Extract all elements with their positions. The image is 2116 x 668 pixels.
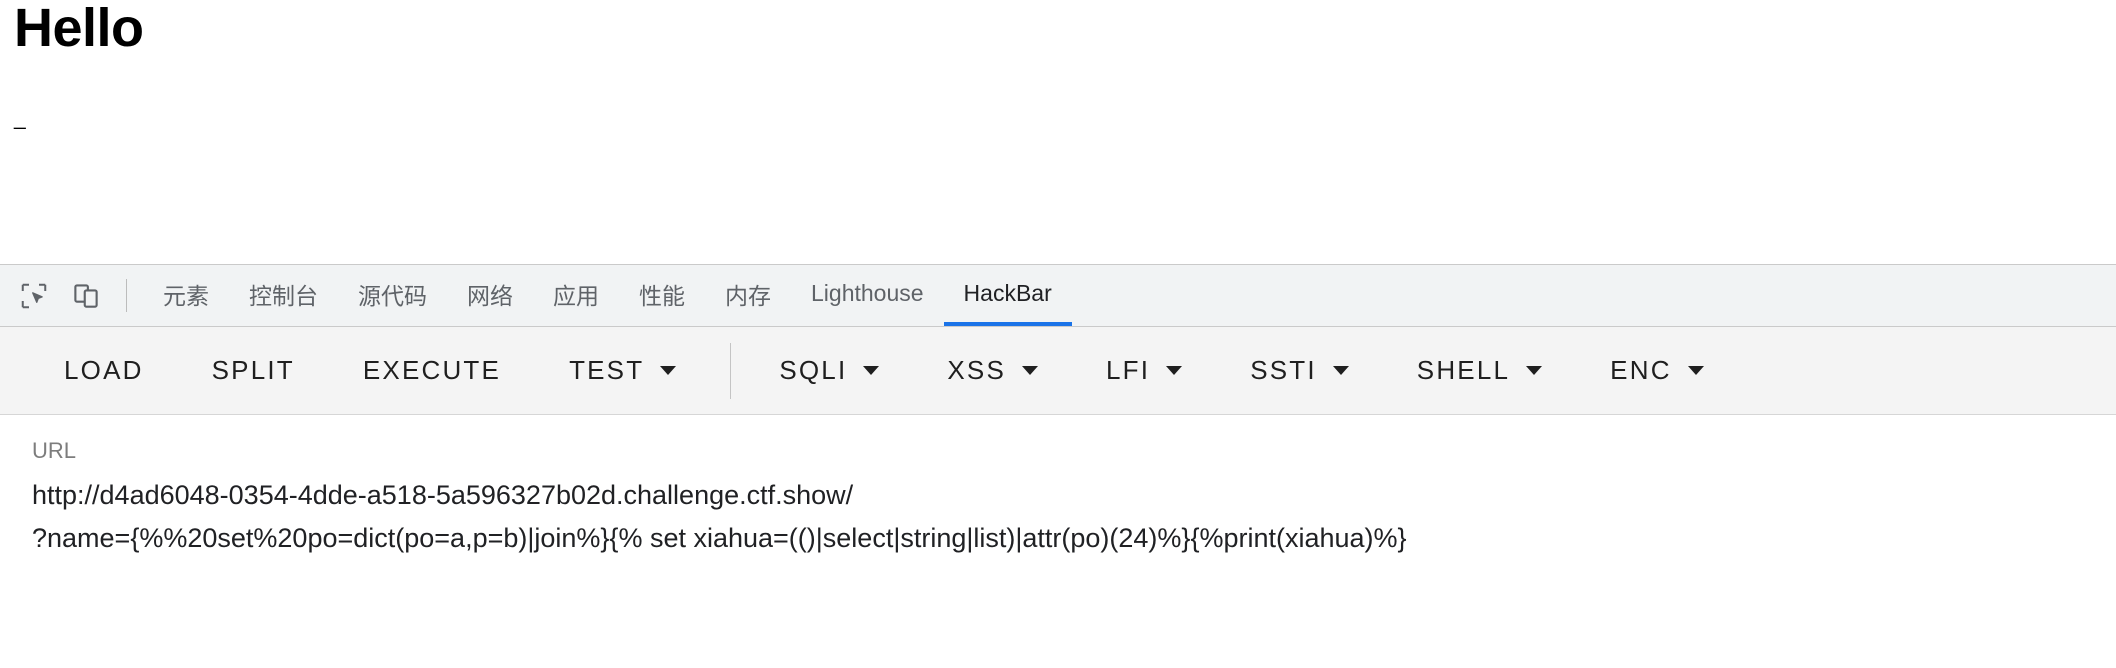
chevron-down-icon xyxy=(1166,366,1183,375)
tab-sources[interactable]: 源代码 xyxy=(338,265,447,326)
page-heading: Hello xyxy=(14,0,144,58)
chevron-down-icon xyxy=(863,366,880,375)
inspect-element-icon[interactable] xyxy=(8,265,60,326)
chevron-down-icon xyxy=(660,366,677,375)
xss-dropdown-button[interactable]: XSS xyxy=(923,341,1062,401)
execute-button-label: EXECUTE xyxy=(362,355,502,385)
page-viewport: Hello _ xyxy=(0,0,2116,264)
sqli-button-label: SQLI xyxy=(779,355,848,385)
split-button[interactable]: SPLIT xyxy=(188,341,319,401)
shell-dropdown-button[interactable]: SHELL xyxy=(1393,341,1566,401)
chevron-down-icon xyxy=(1687,366,1704,375)
test-dropdown-button[interactable]: TEST xyxy=(545,341,700,401)
chevron-down-icon xyxy=(1022,366,1039,375)
tab-elements[interactable]: 元素 xyxy=(143,265,229,326)
lfi-dropdown-button[interactable]: LFI xyxy=(1082,341,1206,401)
url-input[interactable]: http://d4ad6048-0354-4dde-a518-5a596327b… xyxy=(32,474,2112,561)
page-underscore-text: _ xyxy=(14,107,26,130)
devtools-tab-bar: 元素 控制台 源代码 网络 应用 性能 内存 Lighthouse HackBa… xyxy=(0,265,2116,327)
tab-performance[interactable]: 性能 xyxy=(619,265,705,326)
xss-button-label: XSS xyxy=(947,355,1007,385)
browser-window: Hello _ 元素 控制台 源代码 网络 应用 性能 内存 Lighthous… xyxy=(0,0,2116,668)
execute-button[interactable]: EXECUTE xyxy=(339,341,525,401)
shell-button-label: SHELL xyxy=(1416,355,1511,385)
tab-hackbar[interactable]: HackBar xyxy=(943,265,1072,326)
tab-memory[interactable]: 内存 xyxy=(705,265,791,326)
devtools-panel: 元素 控制台 源代码 网络 应用 性能 内存 Lighthouse HackBa… xyxy=(0,264,2116,668)
chevron-down-icon xyxy=(1332,366,1349,375)
ssti-button-label: SSTI xyxy=(1250,355,1317,385)
hackbar-toolbar-divider xyxy=(730,342,732,399)
sqli-dropdown-button[interactable]: SQLI xyxy=(755,341,903,401)
tab-application[interactable]: 应用 xyxy=(533,265,619,326)
test-button-label: TEST xyxy=(569,355,645,385)
load-button-label: LOAD xyxy=(64,355,144,385)
enc-dropdown-button[interactable]: ENC xyxy=(1586,341,1728,401)
device-toolbar-icon[interactable] xyxy=(60,265,112,326)
load-button[interactable]: LOAD xyxy=(40,341,168,401)
hackbar-request-body: URL http://d4ad6048-0354-4dde-a518-5a596… xyxy=(0,415,2116,668)
toolbar-divider xyxy=(126,279,127,312)
split-button-label: SPLIT xyxy=(211,355,295,385)
ssti-dropdown-button[interactable]: SSTI xyxy=(1226,341,1373,401)
hackbar-toolbar: LOAD SPLIT EXECUTE TEST SQLI XSS LFI SST… xyxy=(0,327,2116,415)
chevron-down-icon xyxy=(1526,366,1543,375)
url-field-label: URL xyxy=(32,438,77,463)
lfi-button-label: LFI xyxy=(1106,355,1151,385)
tab-lighthouse[interactable]: Lighthouse xyxy=(791,265,944,326)
tab-console[interactable]: 控制台 xyxy=(229,265,338,326)
tab-network[interactable]: 网络 xyxy=(447,265,533,326)
enc-button-label: ENC xyxy=(1610,355,1672,385)
